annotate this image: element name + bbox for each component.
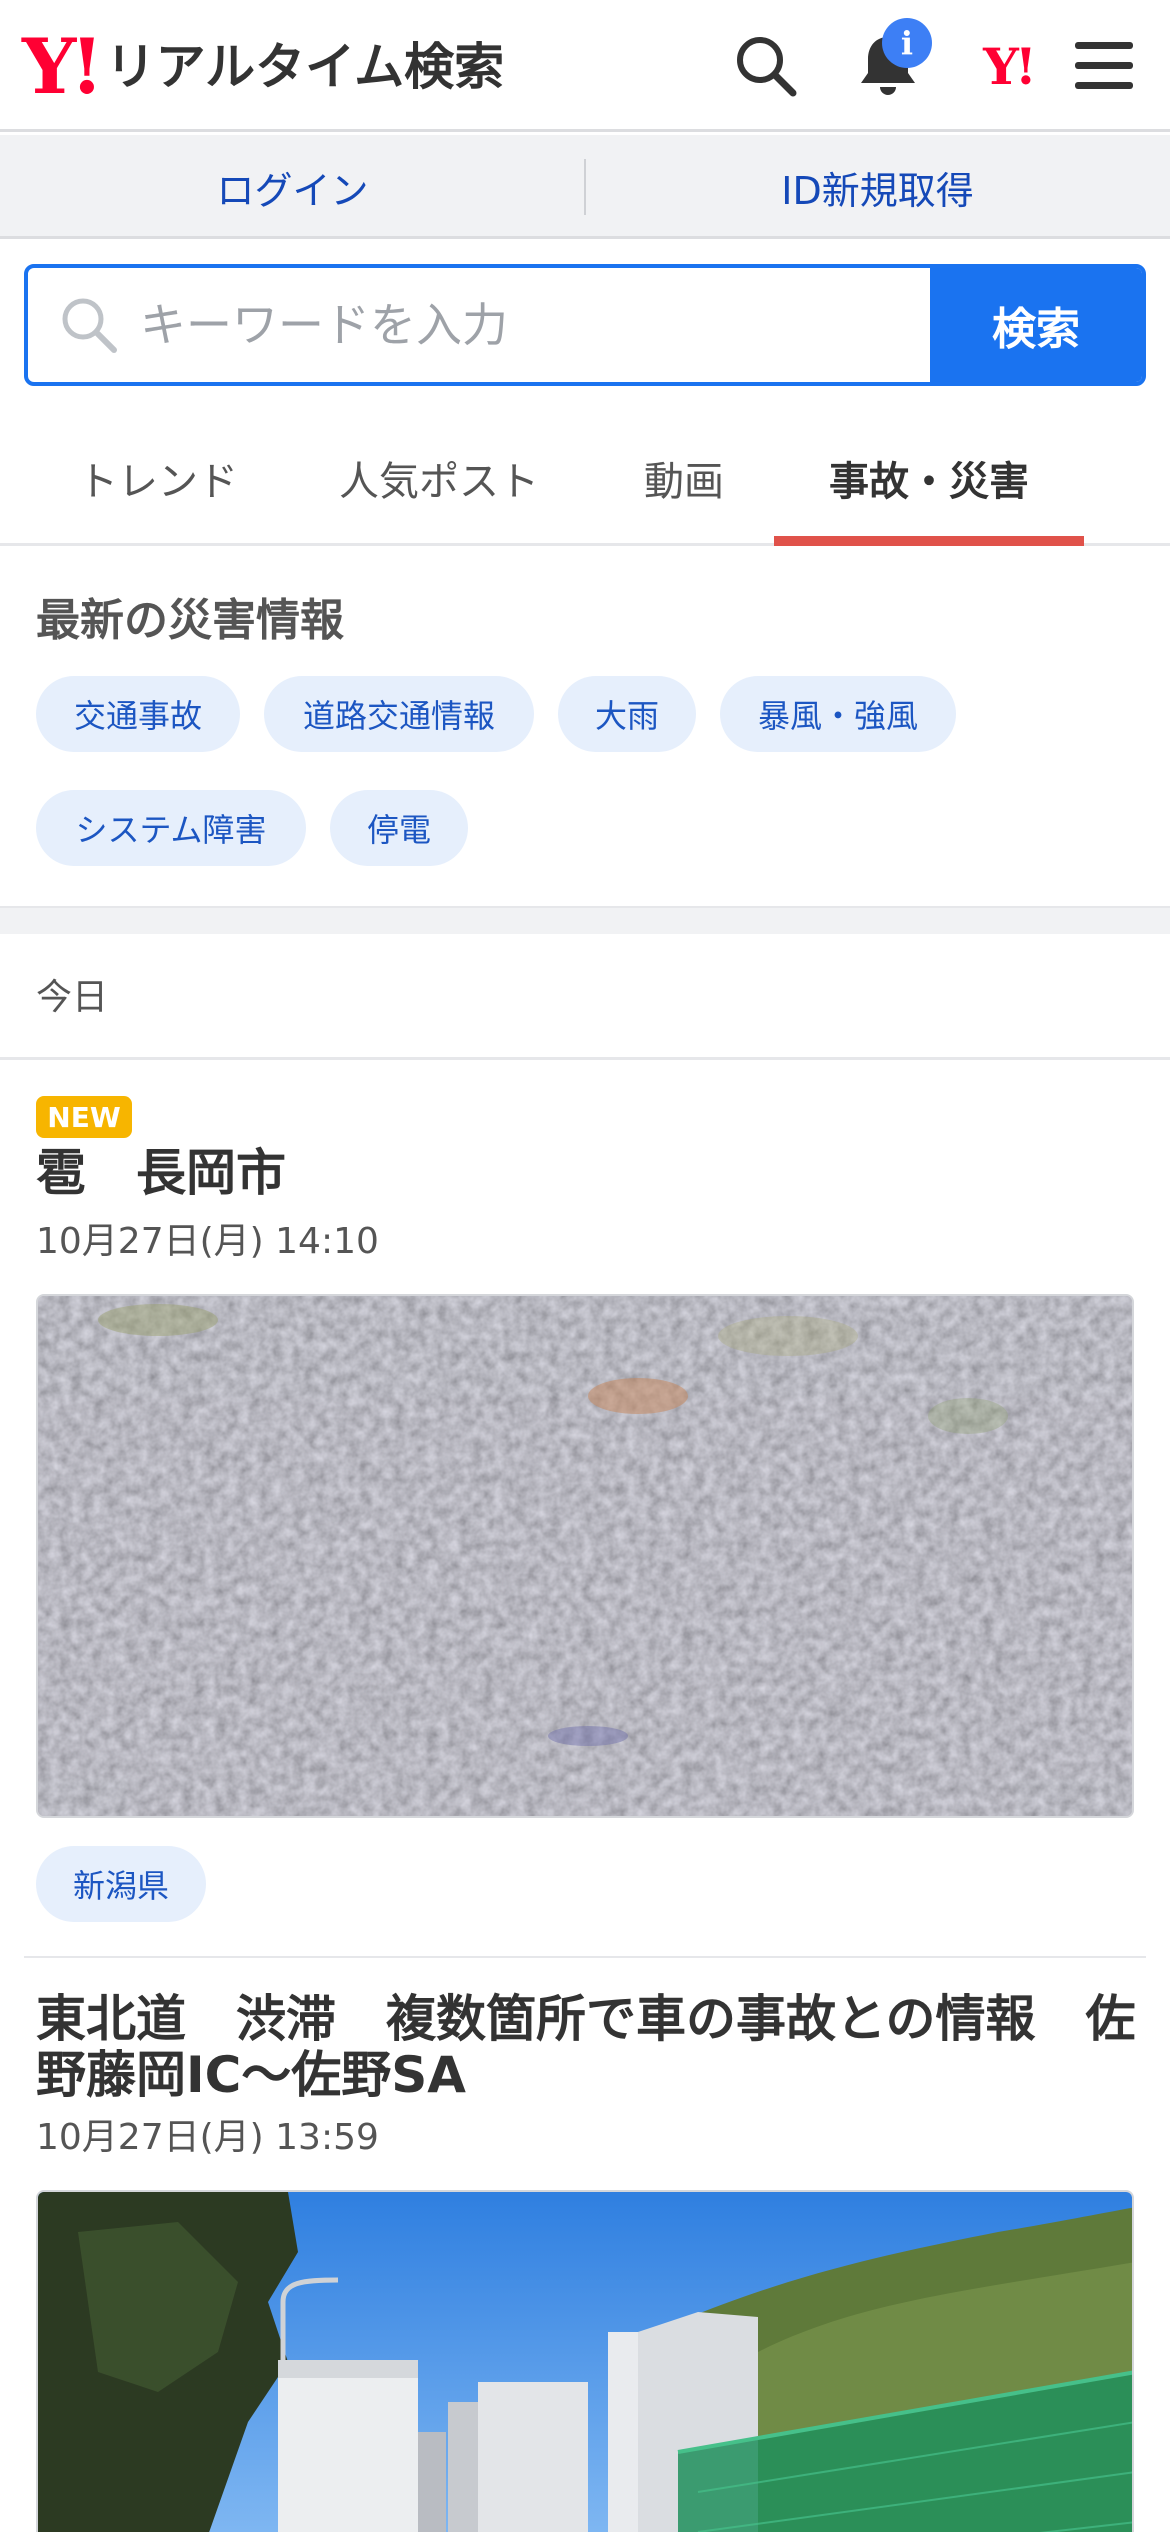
today-label: 今日 — [36, 977, 109, 1018]
disaster-section-title: 最新の災害情報 — [36, 595, 344, 646]
tab-trend[interactable]: トレンド — [40, 410, 276, 546]
menu-icon[interactable] — [1066, 28, 1142, 104]
tab-popular-posts[interactable]: 人気ポスト — [316, 410, 562, 546]
search-icon[interactable] — [728, 28, 804, 104]
page: Y! リアルタイム検索 i Y! ログイン ID新規取得 キーワードを入力 検索… — [0, 0, 1170, 2532]
article-date: 10月27日(月) 13:59 — [36, 2117, 379, 2158]
chip-storm-wind[interactable]: 暴風・強風 — [720, 676, 956, 752]
search-box: 検索 — [24, 264, 1146, 386]
brand-text: リアルタイム検索 — [105, 38, 505, 96]
search-input[interactable] — [140, 268, 940, 382]
article-image-hail[interactable] — [36, 1294, 1134, 1818]
article-title[interactable]: 雹 長岡市 — [36, 1144, 286, 1202]
chip-traffic-accident[interactable]: 交通事故 — [36, 676, 240, 752]
article-image-traffic-jam[interactable] — [36, 2190, 1134, 2532]
active-tab-indicator — [774, 536, 1084, 546]
brand-mark: Y! — [22, 22, 104, 111]
yahoo-realtime-logo[interactable]: Y! リアルタイム検索 — [22, 22, 504, 112]
tab-videos[interactable]: 動画 — [604, 410, 764, 546]
login-bar: ログイン ID新規取得 — [0, 135, 1170, 239]
yahoo-logo-icon: Y! — [983, 36, 1037, 96]
chip-road-traffic-info[interactable]: 道路交通情報 — [264, 676, 534, 752]
yahoo-home-link[interactable]: Y! — [968, 28, 1048, 104]
login-link[interactable]: ログイン — [0, 135, 585, 239]
tab-accident-disaster[interactable]: 事故・災害 — [774, 410, 1084, 546]
search-button[interactable]: 検索 — [930, 268, 1142, 382]
new-badge: NEW — [36, 1096, 132, 1138]
date-group-header: 今日 — [0, 934, 1170, 1060]
search-field-icon — [62, 298, 117, 353]
chip-power-outage[interactable]: 停電 — [330, 790, 468, 866]
section-separator — [0, 906, 1170, 934]
article-divider — [24, 1956, 1146, 1958]
article-title-line-1[interactable]: 東北道 渋滞 複数箇所で車の事故との情報 佐 — [36, 1990, 1146, 2048]
notification-badge: i — [882, 18, 932, 68]
register-link[interactable]: ID新規取得 — [585, 135, 1170, 239]
category-tabs: トレンド 人気ポスト 動画 事故・災害 — [0, 410, 1170, 546]
chip-niigata[interactable]: 新潟県 — [36, 1846, 206, 1922]
notification-bell-icon[interactable]: i — [850, 18, 932, 104]
article-title-line-2[interactable]: 野藤岡IC〜佐野SA — [36, 2046, 466, 2104]
chip-system-failure[interactable]: システム障害 — [36, 790, 306, 866]
app-header: Y! リアルタイム検索 i Y! — [0, 0, 1170, 132]
chip-heavy-rain[interactable]: 大雨 — [558, 676, 696, 752]
article-date: 10月27日(月) 14:10 — [36, 1221, 379, 1262]
